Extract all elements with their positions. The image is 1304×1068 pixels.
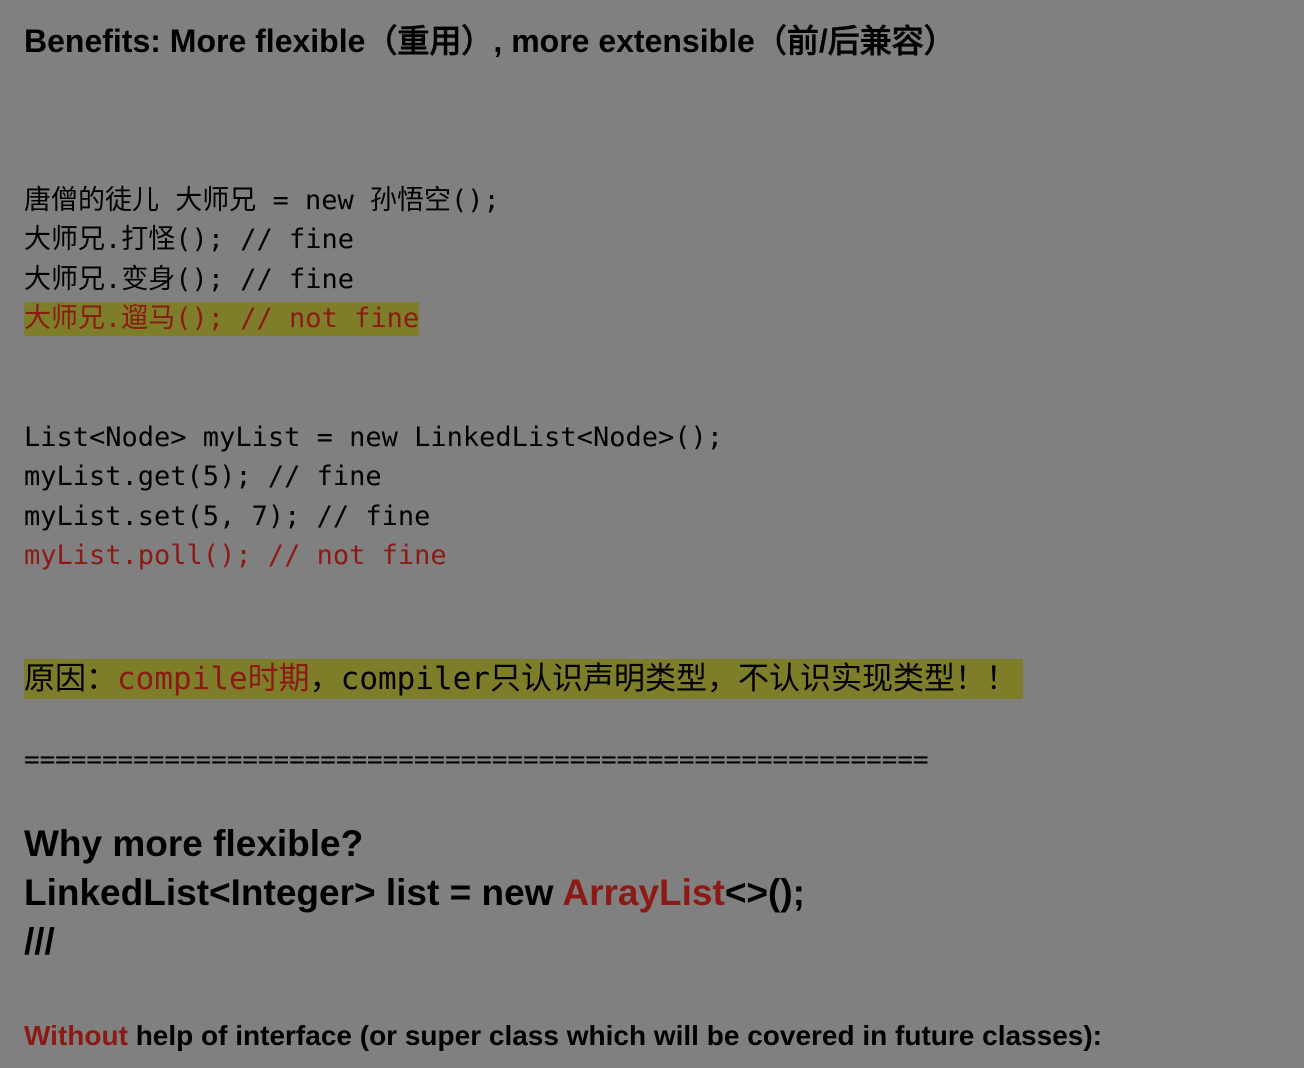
without-line: Without help of interface (or super clas… [24,1019,1102,1053]
reason-compile-time: compile时期 [117,661,310,697]
reason-prefix: 原因： [24,661,117,697]
code-line-list-poll-error: myList.poll(); // not fine [24,540,447,571]
without-rest: help of interface (or super class which … [127,1020,1102,1051]
code-line-list-get: myList.get(5); // fine [24,461,382,492]
code-line-list-declaration: List<Node> myList = new LinkedList<Node>… [24,422,723,453]
code-line-walk-horse-error: 大师兄.遛马(); // not fine [24,302,420,336]
reason-suffix: ，compiler只认识声明类型，不认识实现类型！！ [309,661,1017,697]
slashes-line: /// [24,921,55,962]
why-code-before: LinkedList<Integer> list = new [24,872,563,913]
why-code-after: <>(); [724,872,806,913]
why-heading: Why more flexible? [24,823,364,864]
slide-page: Benefits: More flexible（重用）, more extens… [0,0,1304,1068]
reason-line: 原因：compile时期，compiler只认识声明类型，不认识实现类型！！ [24,659,1023,699]
code-line-fight-monster: 大师兄.打怪(); // fine [24,224,355,255]
why-code-arraylist: ArrayList [562,872,725,913]
code-line-list-set: myList.set(5, 7); // fine [24,501,431,532]
slide-title: Benefits: More flexible（重用）, more extens… [24,23,956,59]
code-line-transform: 大师兄.变身(); // fine [24,264,355,295]
without-word: Without [24,1020,128,1051]
divider-line: ========================================… [24,745,929,775]
why-code-line: LinkedList<Integer> list = new ArrayList… [24,869,805,917]
code-line-tangseng-declaration: 唐僧的徒儿 大师兄 = new 孙悟空(); [24,185,500,216]
